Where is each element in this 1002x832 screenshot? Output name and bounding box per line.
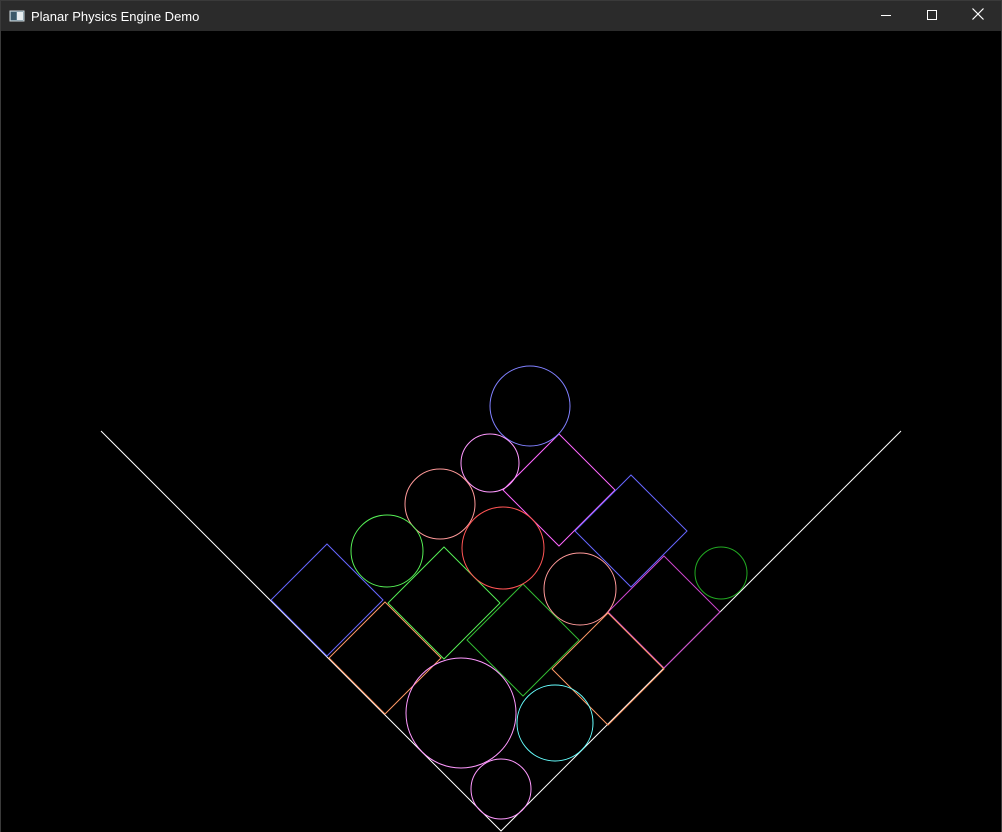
circle-body-5 <box>461 506 545 590</box>
app-window: Planar Physics Engine Demo <box>0 0 1002 832</box>
square-body-1 <box>502 433 616 547</box>
circle-body-6 <box>543 552 617 626</box>
square-body-2 <box>574 474 688 588</box>
close-icon <box>972 7 984 25</box>
minimize-icon <box>881 7 891 25</box>
square-body-4 <box>387 546 501 660</box>
square-body-3 <box>270 543 384 657</box>
funnel-wall <box>100 430 902 832</box>
circle-body-10 <box>470 758 532 820</box>
close-button[interactable] <box>955 1 1001 31</box>
app-window-icon <box>9 8 25 24</box>
circle-body-1 <box>489 365 571 447</box>
window-controls <box>863 1 1001 31</box>
window-title: Planar Physics Engine Demo <box>31 8 200 24</box>
physics-scene <box>100 365 902 832</box>
maximize-icon <box>927 7 937 25</box>
circle-body-2 <box>460 433 520 493</box>
circle-body-8 <box>405 657 517 769</box>
maximize-button[interactable] <box>909 1 955 31</box>
circle-body-7 <box>694 546 748 600</box>
circle-body-4 <box>350 514 424 588</box>
minimize-button[interactable] <box>863 1 909 31</box>
title-bar[interactable]: Planar Physics Engine Demo <box>1 1 1001 31</box>
square-body-7 <box>328 601 442 715</box>
square-body-6 <box>607 555 721 669</box>
simulation-canvas[interactable] <box>1 31 1001 832</box>
circle-body-9 <box>516 684 594 762</box>
